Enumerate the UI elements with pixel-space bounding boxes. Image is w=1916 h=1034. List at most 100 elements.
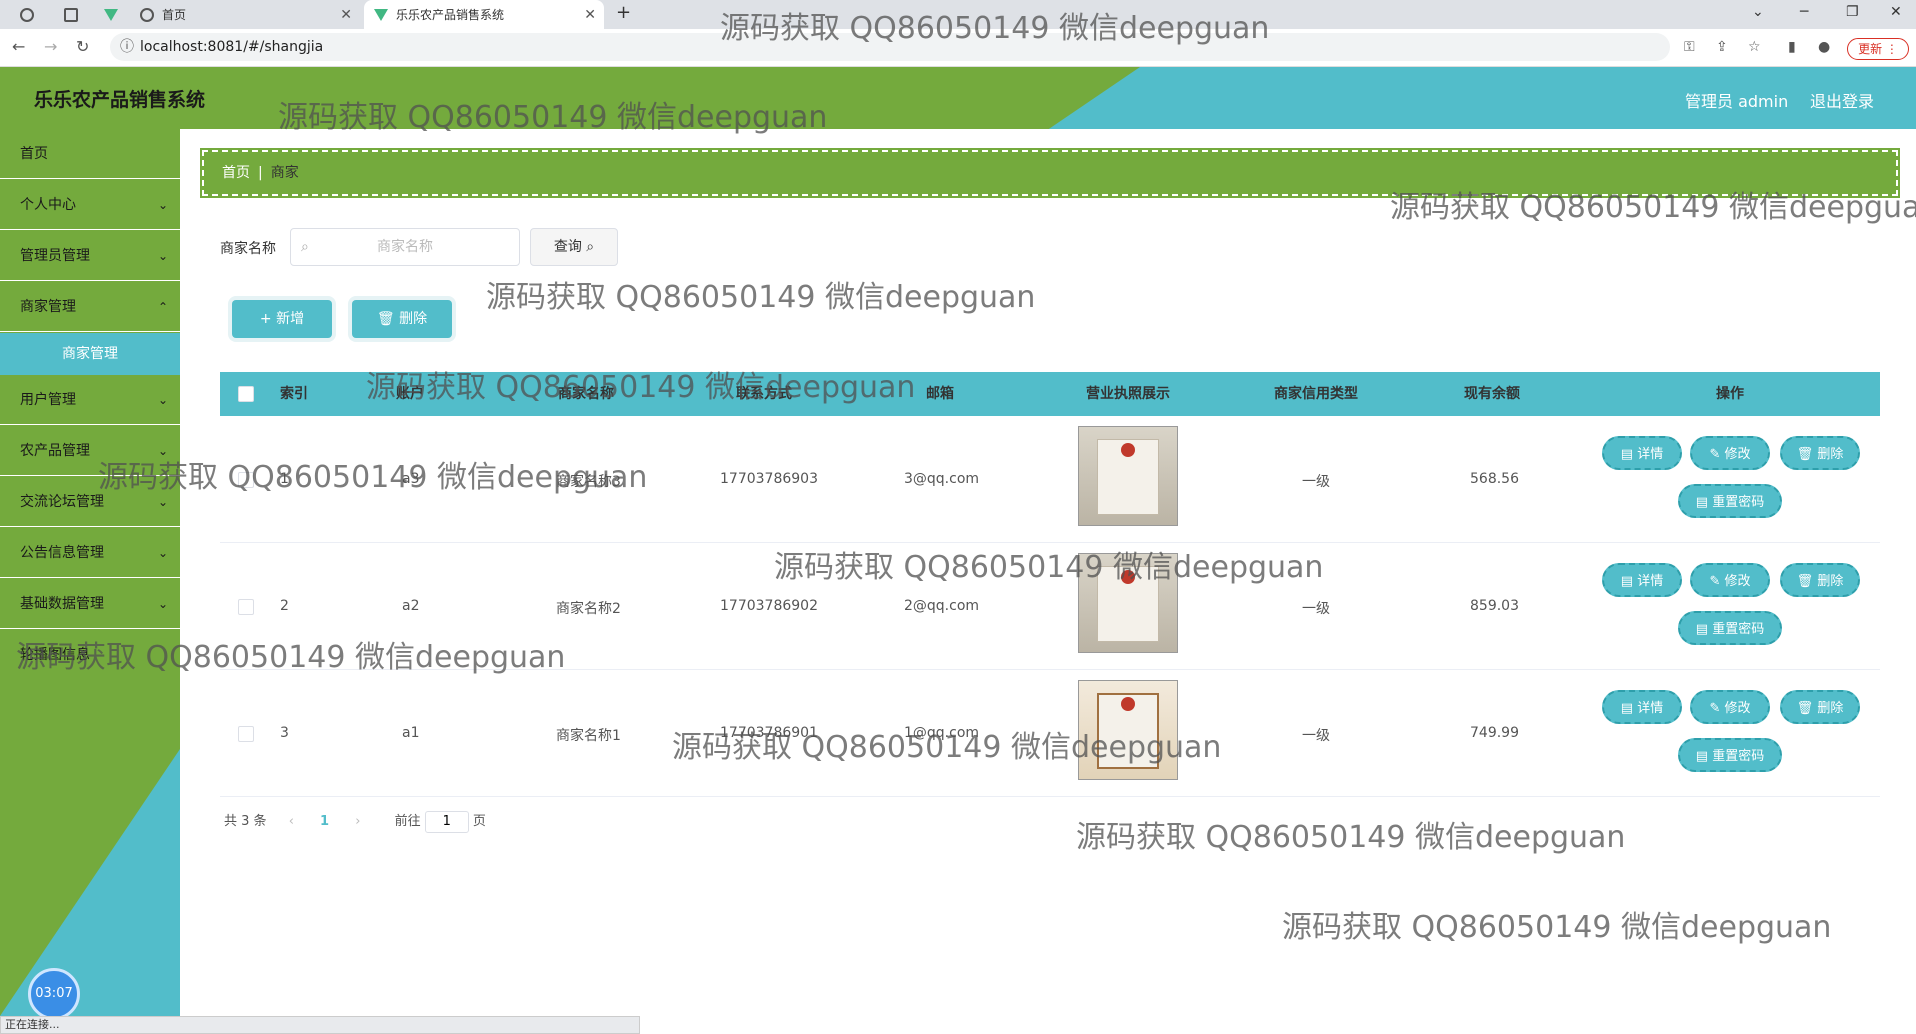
sidebar-item-label: 用户管理: [20, 392, 76, 408]
sidebar-item-label: 商家管理: [62, 346, 118, 362]
browser-tab[interactable]: [54, 0, 94, 29]
select-all-checkbox[interactable]: [238, 386, 254, 402]
merchant-name-search-input[interactable]: ⌕ 商家名称: [290, 228, 520, 266]
logout-link[interactable]: 退出登录: [1810, 88, 1874, 112]
breadcrumb-current: 商家: [270, 165, 299, 181]
new-tab-icon[interactable]: +: [616, 2, 631, 23]
cell-email: 3@qq.com: [904, 471, 980, 487]
col-balance: 现有余额: [1464, 386, 1520, 402]
pager-total: 共 3 条: [224, 814, 267, 829]
edit-label: 修改: [1724, 447, 1751, 462]
col-phone: 联系方式: [736, 386, 792, 402]
cell-balance: 568.56: [1470, 471, 1519, 487]
reset-password-button[interactable]: ▤ 重置密码: [1678, 484, 1782, 518]
reset-label: 重置密码: [1712, 749, 1765, 764]
update-label: 更新: [1858, 42, 1883, 56]
search-placeholder: 商家名称: [377, 239, 433, 255]
reset-password-button[interactable]: ▤ 重置密码: [1678, 611, 1782, 645]
query-button[interactable]: 查询 ⌕: [530, 228, 618, 266]
sidebar-item-carousel[interactable]: 轮播图信息: [0, 630, 180, 680]
pager-goto-input[interactable]: [424, 810, 469, 833]
sidebar-item-personal[interactable]: 个人中心 ⌄: [0, 180, 180, 230]
sidebar-item-label: 个人中心: [20, 197, 76, 213]
browser-tab[interactable]: [10, 0, 50, 29]
reset-password-button[interactable]: ▤ 重置密码: [1678, 738, 1782, 772]
delete-label: 删除: [1817, 447, 1844, 462]
minimize-icon[interactable]: ─: [1800, 4, 1808, 20]
sidebar-item-forum[interactable]: 交流论坛管理 ⌄: [0, 477, 180, 527]
cell-email: 1@qq.com: [904, 725, 980, 741]
sidebar-item-basedata[interactable]: 基础数据管理 ⌄: [0, 579, 180, 629]
cell-balance: 749.99: [1470, 725, 1519, 741]
key-icon[interactable]: ⚿: [1684, 39, 1695, 55]
sidebar-item-users[interactable]: 用户管理 ⌄: [0, 375, 180, 425]
forward-icon[interactable]: →: [44, 37, 57, 56]
clock-widget[interactable]: 03:07: [28, 968, 80, 1020]
restore-icon[interactable]: ❐: [1846, 4, 1859, 20]
sidebar-item-notices[interactable]: 公告信息管理 ⌄: [0, 528, 180, 578]
delete-button[interactable]: 🗑 删除: [1780, 690, 1860, 724]
chevron-up-icon: ⌃: [157, 300, 168, 314]
edit-button[interactable]: ✎ 修改: [1690, 690, 1770, 724]
sidepanel-icon[interactable]: ▮: [1788, 39, 1796, 55]
search-label: 商家名称: [220, 241, 276, 257]
license-image[interactable]: [1078, 426, 1178, 526]
close-tab-icon[interactable]: ✕: [584, 7, 604, 23]
next-page-icon[interactable]: ›: [355, 814, 360, 829]
prev-page-icon[interactable]: ‹: [289, 814, 294, 829]
reset-label: 重置密码: [1712, 622, 1765, 637]
edit-button[interactable]: ✎ 修改: [1690, 436, 1770, 470]
sidebar-item-merchant[interactable]: 商家管理 ⌃: [0, 282, 180, 332]
license-image[interactable]: [1078, 680, 1178, 780]
tab-search-icon[interactable]: ⌄: [1752, 4, 1764, 20]
table-row: 2 a2 商家名称2 17703786902 2@qq.com 一级 859.0…: [220, 543, 1880, 670]
sidebar-item-label: 首页: [20, 146, 48, 162]
delete-button[interactable]: 🗑 删除: [1780, 563, 1860, 597]
delete-button[interactable]: 🗑 删除: [1780, 436, 1860, 470]
cell-credit: 一级: [1302, 728, 1330, 744]
sidebar-item-home[interactable]: 首页: [0, 129, 180, 179]
cell-phone: 17703786902: [720, 598, 818, 614]
sidebar-item-products[interactable]: 农产品管理 ⌄: [0, 426, 180, 476]
star-icon[interactable]: ☆: [1748, 39, 1761, 55]
breadcrumb-home[interactable]: 首页: [222, 165, 250, 181]
profile-icon[interactable]: ●: [1818, 39, 1830, 55]
vue-icon: [104, 8, 118, 21]
cell-index: 2: [280, 598, 289, 614]
info-icon: ⓘ: [120, 39, 134, 55]
add-button[interactable]: + 新增: [232, 300, 332, 338]
close-tab-icon[interactable]: ✕: [340, 7, 360, 23]
cell-index: 1: [280, 471, 289, 487]
detail-button[interactable]: ▤ 详情: [1602, 563, 1682, 597]
browser-tab-active[interactable]: 乐乐农产品销售系统 ✕: [364, 0, 604, 29]
license-image[interactable]: [1078, 553, 1178, 653]
sidebar-item-admin[interactable]: 管理员管理 ⌄: [0, 231, 180, 281]
license-seal: [1121, 697, 1135, 711]
detail-label: 详情: [1637, 701, 1664, 716]
breadcrumb: 首页 | 商家: [200, 148, 1900, 198]
sidebar-subitem-merchant[interactable]: 商家管理: [0, 333, 180, 375]
row-checkbox[interactable]: [238, 599, 254, 615]
detail-button[interactable]: ▤ 详情: [1602, 436, 1682, 470]
sidebar-item-label: 管理员管理: [20, 248, 90, 264]
url-input[interactable]: ⓘ localhost:8081/#/shangjia: [110, 33, 1670, 61]
back-icon[interactable]: ←: [12, 37, 25, 56]
detail-button[interactable]: ▤ 详情: [1602, 690, 1682, 724]
reload-icon[interactable]: ↻: [76, 37, 89, 56]
cell-name: 商家名称3: [556, 474, 621, 490]
browser-tab[interactable]: [94, 0, 134, 29]
browser-tab-home[interactable]: 首页 ✕: [130, 0, 360, 29]
pager-current-page[interactable]: 1: [320, 814, 329, 829]
col-account: 账户: [396, 386, 424, 402]
sidebar-item-label: 商家管理: [20, 299, 76, 315]
search-icon: ⌕: [586, 239, 595, 255]
cell-credit: 一级: [1302, 474, 1330, 490]
update-button[interactable]: 更新 ⋮: [1847, 38, 1909, 60]
row-checkbox[interactable]: [238, 472, 254, 488]
bulk-delete-button[interactable]: 🗑 删除: [352, 300, 452, 338]
share-icon[interactable]: ⇪: [1716, 39, 1728, 55]
pager-page-unit: 页: [472, 814, 486, 829]
close-window-icon[interactable]: ✕: [1890, 4, 1902, 20]
row-checkbox[interactable]: [238, 726, 254, 742]
edit-button[interactable]: ✎ 修改: [1690, 563, 1770, 597]
